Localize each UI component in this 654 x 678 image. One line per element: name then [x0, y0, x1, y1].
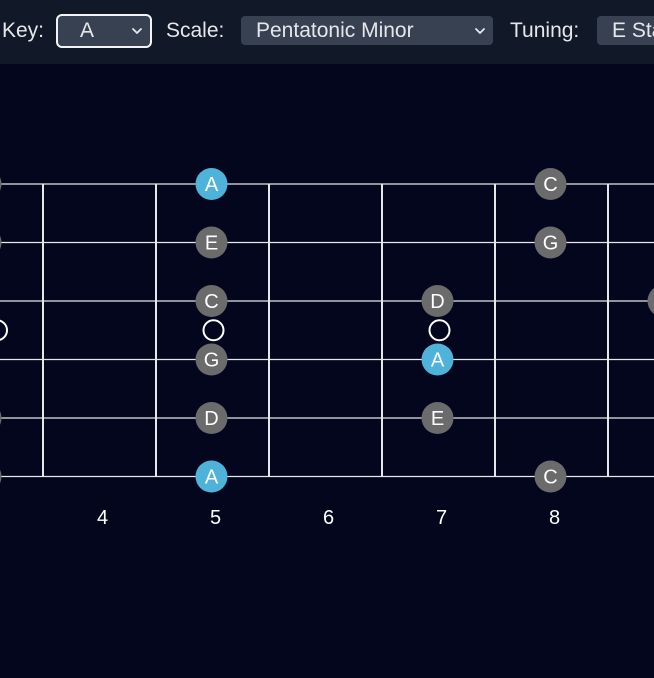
key-select-value: A: [80, 19, 95, 42]
fret-inlay-marker: [0, 319, 8, 341]
note-label: G: [204, 350, 220, 372]
tuning-label: Tuning:: [510, 19, 580, 42]
note-label: A: [205, 467, 219, 489]
note-label: C: [543, 174, 557, 196]
chevron-down-icon: [132, 28, 142, 34]
key-label: Key:: [2, 19, 45, 42]
key-select[interactable]: A: [56, 14, 152, 48]
chevron-down-icon: [475, 28, 485, 34]
scale-note-dot: [647, 288, 654, 314]
tuning-select-value: E Standard: [612, 19, 654, 42]
fret-number: 7: [436, 507, 447, 529]
fret-inlay-marker: [202, 319, 225, 342]
note-label: E: [205, 233, 218, 255]
note-label: G: [543, 233, 559, 255]
scale-note-dot: [0, 177, 2, 191]
scale-note-dot: [0, 235, 2, 250]
note-label: D: [204, 408, 218, 430]
fret-number: 8: [549, 507, 560, 529]
fret-number: 5: [210, 507, 221, 529]
tuning-select[interactable]: E Standard: [597, 16, 654, 45]
note-label: D: [430, 291, 444, 313]
fret-number: 6: [323, 507, 334, 529]
scale-select-value: Pentatonic Minor: [256, 19, 414, 42]
note-label: C: [204, 291, 218, 313]
scale-note-dot: [0, 469, 2, 484]
note-label: C: [543, 467, 557, 489]
fret-inlay-marker: [428, 319, 451, 342]
fret-number: 4: [97, 507, 108, 529]
note-label: A: [431, 350, 445, 372]
fretboard: GACDEGCDEGACDEGAC45678: [0, 168, 654, 529]
scale-select[interactable]: Pentatonic Minor: [241, 16, 493, 45]
toolbar: Key: A Scale: Pentatonic Minor Tuning: E…: [0, 0, 654, 64]
note-label: E: [431, 408, 444, 430]
scale-label: Scale:: [166, 19, 225, 42]
note-label: A: [205, 174, 219, 196]
scale-note-dot: [0, 411, 2, 425]
